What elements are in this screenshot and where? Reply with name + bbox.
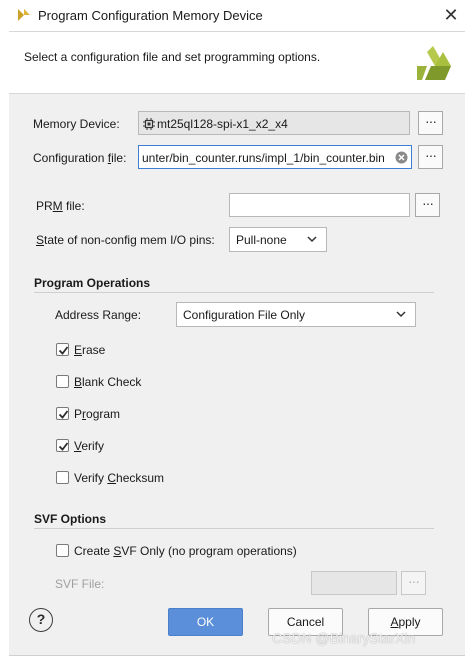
svf-options-title: SVF Options — [34, 512, 106, 526]
apply-label-post: pply — [398, 615, 421, 629]
memory-device-field: mt25ql128-spi-x1_x2_x4 — [138, 111, 410, 135]
verify-checksum-label-mnemonic: C — [107, 471, 117, 485]
prm-file-label: PRM file: — [36, 199, 85, 213]
program-operations-title: Program Operations — [34, 276, 151, 290]
verify-label-post: erify — [81, 439, 105, 453]
state-pins-select[interactable]: Pull-none — [229, 227, 327, 252]
xilinx-logo-icon — [417, 46, 451, 80]
watermark: CSDN @BinaryStarXin — [272, 630, 416, 646]
apply-label-mnemonic: A — [390, 615, 399, 629]
program-label-pre: P — [74, 407, 83, 421]
address-range-select[interactable]: Configuration File Only — [176, 302, 416, 327]
title-bar: Program Configuration Memory Device ✕ — [0, 0, 473, 30]
program-label-post: ogram — [86, 407, 121, 421]
address-range-value: Configuration File Only — [183, 308, 306, 322]
chevron-down-icon — [307, 236, 317, 243]
prm-file-label-post: file: — [62, 199, 85, 213]
check-icon — [58, 410, 69, 419]
close-icon: ✕ — [443, 5, 459, 25]
program-operations-divider — [34, 292, 434, 293]
close-button[interactable]: ✕ — [438, 2, 464, 28]
svf-file-input — [311, 571, 397, 595]
header-description: Select a configuration file and set prog… — [24, 50, 321, 64]
svf-file-label: SVF File: — [55, 577, 105, 591]
chip-icon — [143, 118, 155, 130]
erase-label[interactable]: Erase — [74, 343, 105, 357]
prm-file-label-mnemonic: M — [52, 199, 63, 213]
config-file-label: Configuration file: — [33, 151, 126, 165]
program-label[interactable]: Program — [74, 407, 120, 421]
prm-file-label-pre: PR — [36, 199, 53, 213]
create-svf-label[interactable]: Create SVF Only (no program operations) — [74, 544, 297, 558]
state-pins-label-post: tate of non-config mem I/O pins: — [44, 233, 215, 247]
create-svf-label-post: VF Only (no program operations) — [121, 544, 297, 558]
program-checkbox-box[interactable] — [56, 407, 69, 420]
chevron-down-icon — [396, 311, 406, 318]
svf-options-divider — [34, 528, 434, 529]
config-file-value: unter/bin_counter.runs/impl_1/bin_counte… — [142, 151, 385, 165]
erase-label-mnemonic: E — [74, 343, 83, 357]
state-pins-label-mnemonic: S — [36, 233, 45, 247]
clear-icon[interactable] — [395, 151, 408, 164]
state-pins-label: State of non-config mem I/O pins: — [36, 233, 215, 247]
config-file-browse-button[interactable]: ··· — [418, 145, 443, 169]
blank-check-label[interactable]: Blank Check — [74, 375, 141, 389]
config-file-input[interactable]: unter/bin_counter.runs/impl_1/bin_counte… — [138, 145, 412, 169]
bottom-divider — [9, 655, 465, 656]
vivado-app-icon — [18, 9, 30, 21]
verify-checksum-label-post: hecksum — [116, 471, 165, 485]
memory-device-value: mt25ql128-spi-x1_x2_x4 — [157, 117, 288, 131]
config-file-label-pre: Configuration — [33, 151, 108, 165]
check-icon — [58, 346, 69, 355]
config-file-label-post: ile: — [111, 151, 127, 165]
state-pins-value: Pull-none — [236, 233, 287, 247]
help-icon: ? — [36, 611, 46, 627]
memory-device-browse-button[interactable]: ··· — [418, 111, 443, 135]
ok-button[interactable]: OK — [168, 608, 243, 636]
window-title: Program Configuration Memory Device — [38, 8, 263, 23]
address-range-label: Address Range: — [55, 308, 142, 322]
blank-check-checkbox-box[interactable] — [56, 375, 69, 388]
verify-checksum-label[interactable]: Verify Checksum — [74, 471, 164, 485]
blank-check-label-post: lank Check — [82, 375, 142, 389]
blank-check-label-mnemonic: B — [74, 375, 83, 389]
memory-device-label: Memory Device: — [33, 117, 120, 131]
header-panel: Select a configuration file and set prog… — [9, 31, 465, 93]
svf-file-browse-button: ··· — [401, 571, 426, 595]
prm-file-input[interactable] — [229, 193, 410, 217]
verify-checkbox-box[interactable] — [56, 439, 69, 452]
help-button[interactable]: ? — [29, 608, 53, 632]
check-icon — [58, 442, 69, 451]
prm-file-browse-button[interactable]: ··· — [415, 193, 440, 217]
create-svf-label-pre: Create — [74, 544, 114, 558]
verify-label[interactable]: Verify — [74, 439, 104, 453]
verify-checksum-checkbox-box[interactable] — [56, 471, 69, 484]
erase-checkbox-box[interactable] — [56, 343, 69, 356]
erase-label-post: rase — [82, 343, 106, 357]
create-svf-checkbox-box[interactable] — [56, 544, 69, 557]
verify-checksum-label-pre: Verify — [74, 471, 108, 485]
